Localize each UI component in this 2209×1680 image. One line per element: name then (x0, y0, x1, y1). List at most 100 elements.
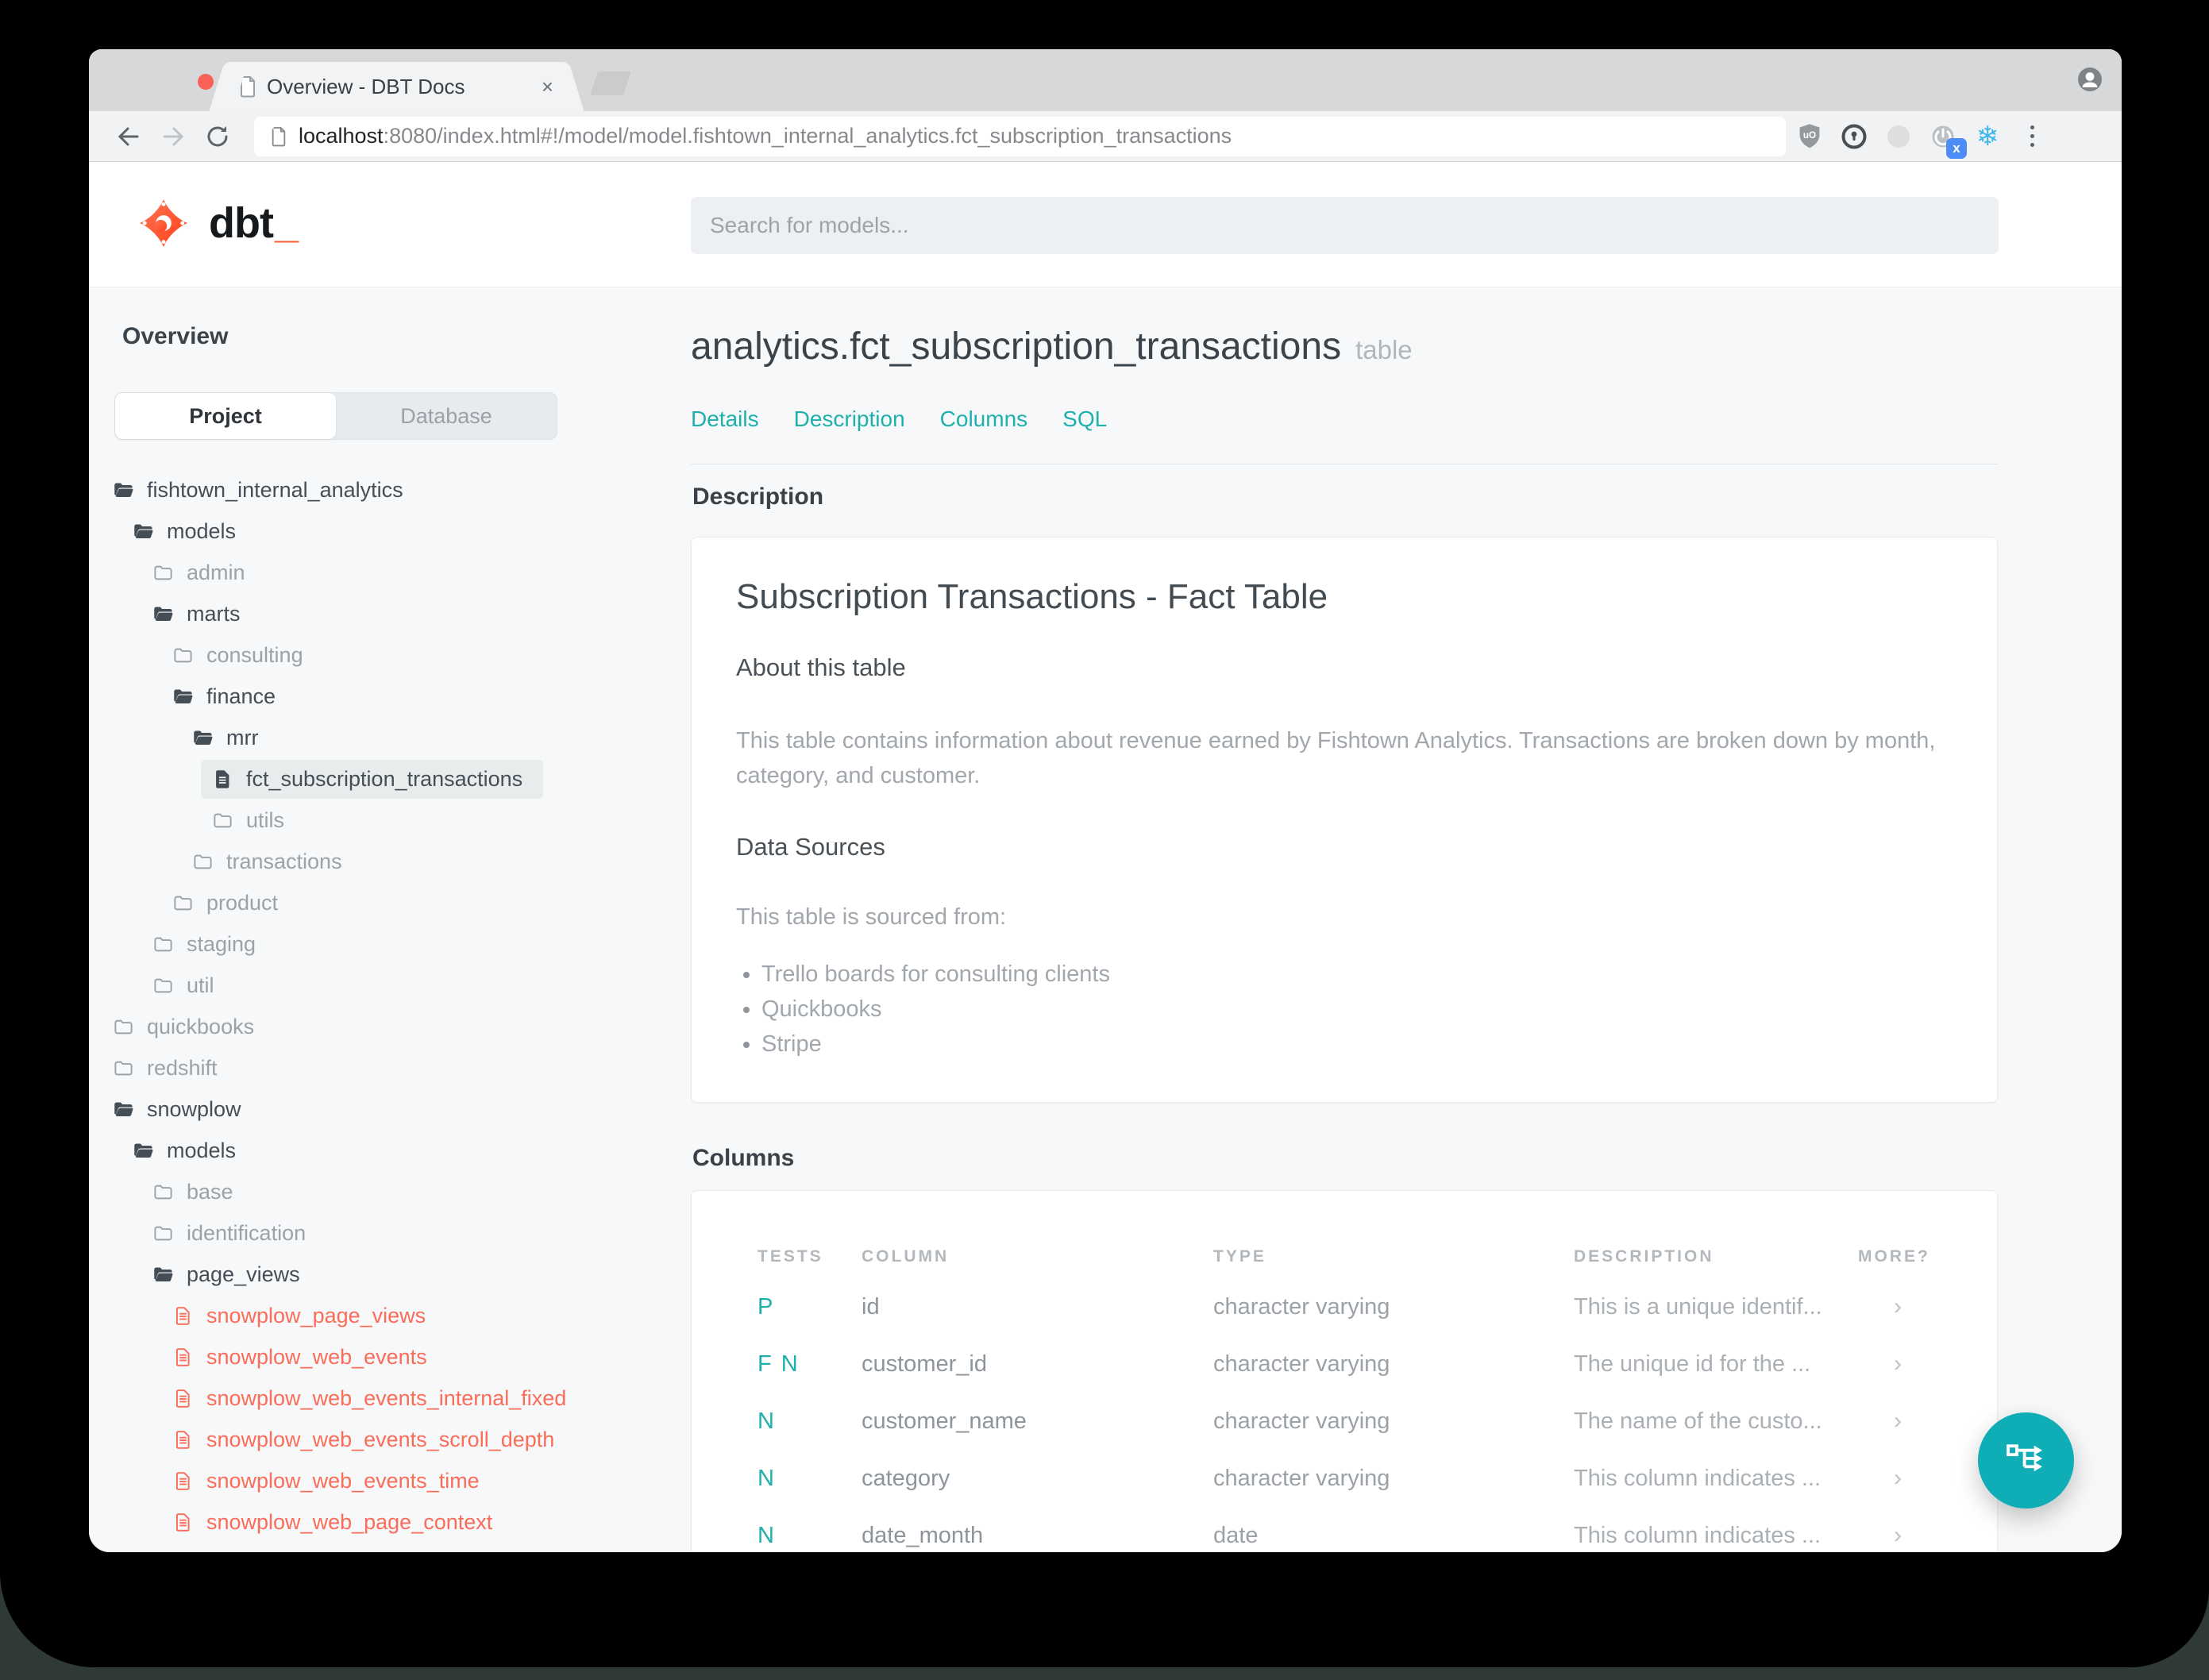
model-nav-columns[interactable]: Columns (940, 407, 1027, 432)
model-file-icon (176, 1430, 190, 1449)
power-extension-icon[interactable]: x (1922, 116, 1967, 159)
model-type-badge: table (1355, 335, 1413, 364)
snowflake-icon[interactable] (1967, 116, 2008, 157)
data-source-item: Quickbooks (761, 992, 1110, 1027)
search-input[interactable] (691, 197, 1999, 254)
column-type: character varying (1213, 1465, 1390, 1491)
column-description: The unique id for the ... (1574, 1351, 1811, 1377)
tree-item-label: snowplow_page_views (206, 1303, 426, 1327)
tree-item-label: models (167, 518, 237, 543)
folder-icon (194, 854, 212, 869)
tree-item-mrr[interactable]: mrr (89, 717, 748, 758)
back-icon[interactable] (106, 114, 151, 159)
tab-database[interactable]: Database (336, 393, 557, 439)
model-nav-details[interactable]: Details (691, 407, 759, 432)
column-description: This is a unique identif... (1574, 1293, 1822, 1320)
folder-icon (114, 1061, 133, 1075)
tree-item-consulting[interactable]: consulting (89, 634, 748, 676)
onepassword-icon[interactable] (1833, 116, 1875, 157)
tree-item-staging[interactable]: staging (89, 923, 748, 965)
folder-open-icon (154, 1267, 173, 1281)
dbt-logo[interactable]: dbt _ (137, 198, 299, 248)
browser-toolbar: localhost:8080/index.html#!/model/model.… (89, 111, 2122, 162)
model-file-icon (176, 1389, 190, 1408)
tree-item-quickbooks[interactable]: quickbooks (89, 1006, 748, 1047)
tab-project[interactable]: Project (115, 393, 336, 439)
tree-item-label: finance (206, 684, 276, 708)
tree-item-label: transactions (226, 849, 342, 873)
expand-row-chevron-icon[interactable]: › (1858, 1450, 1997, 1507)
tree-item-label: models (167, 1138, 237, 1162)
page-favicon (241, 76, 255, 98)
tree-item-snowplow_web_events_scroll_depth[interactable]: snowplow_web_events_scroll_depth (89, 1419, 748, 1460)
model-nav-description[interactable]: Description (794, 407, 905, 432)
column-name: customer_id (862, 1351, 987, 1377)
expand-row-chevron-icon[interactable]: › (1858, 1393, 1997, 1450)
tree-item-models[interactable]: models (89, 511, 748, 552)
tab-close-icon[interactable]: × (542, 76, 553, 97)
url-host: localhost (299, 124, 384, 148)
tree-item-models[interactable]: models (89, 1130, 748, 1171)
model-nav-sql[interactable]: SQL (1062, 407, 1107, 432)
tree-item-admin[interactable]: admin (89, 552, 748, 593)
tab-title: Overview - DBT Docs (267, 74, 465, 98)
browser-window: Overview - DBT Docs × localhost:8080/ind… (89, 49, 2122, 1552)
card-title: Subscription Transactions - Fact Table (736, 577, 1328, 616)
column-type: date (1213, 1522, 1259, 1548)
tree-item-label: page_views (187, 1262, 300, 1286)
tree-item-redshift[interactable]: redshift (89, 1047, 748, 1089)
tree-item-label: identification (187, 1220, 306, 1245)
tree-item-fct_subscription_transactions[interactable]: fct_subscription_transactions (89, 758, 748, 800)
tree-item-label: snowplow (147, 1096, 241, 1121)
description-section-heading: Description (692, 484, 824, 510)
close-window-button[interactable] (198, 74, 214, 90)
folder-open-icon (154, 607, 173, 621)
tree-item-snowplow_web_page_context[interactable]: snowplow_web_page_context (89, 1501, 748, 1543)
tree-item-util[interactable]: util (89, 965, 748, 1006)
tree-item-snowplow[interactable]: snowplow (89, 1089, 748, 1130)
tree-item-snowplow_web_events_internal_fixed[interactable]: snowplow_web_events_internal_fixed (89, 1378, 748, 1419)
tree-item-base[interactable]: base (89, 1171, 748, 1212)
view-lineage-button[interactable] (1978, 1412, 2074, 1509)
new-tab-button[interactable] (590, 71, 631, 95)
expand-row-chevron-icon[interactable]: › (1858, 1507, 1997, 1552)
tree-item-transactions[interactable]: transactions (89, 841, 748, 882)
browser-tab[interactable]: Overview - DBT Docs × (227, 62, 566, 111)
ublock-shield-icon[interactable]: uO (1789, 116, 1830, 157)
folder-open-icon (134, 524, 153, 538)
tree-item-utils[interactable]: utils (89, 800, 748, 841)
refresh-icon[interactable] (195, 114, 240, 159)
tree-item-label: mrr (226, 725, 259, 749)
expand-row-chevron-icon[interactable]: › (1858, 1335, 1997, 1393)
folder-icon (154, 565, 172, 580)
tree-item-product[interactable]: product (89, 882, 748, 923)
tree-item-identification[interactable]: identification (89, 1212, 748, 1254)
url-bar[interactable]: localhost:8080/index.html#!/model/model.… (254, 116, 1786, 156)
column-header-description: DESCRIPTION (1574, 1247, 1714, 1266)
tree-item-snowplow_web_events_time[interactable]: snowplow_web_events_time (89, 1460, 748, 1501)
data-source-item: Trello boards for consulting clients (761, 957, 1110, 992)
forward-icon[interactable] (151, 114, 195, 159)
tree-item-snowplow_web_events[interactable]: snowplow_web_events (89, 1336, 748, 1378)
model-section-nav: Details Description Columns SQL (691, 407, 1107, 432)
page-title: analytics.fct_subscription_transactions t… (691, 326, 1413, 368)
folder-icon (214, 813, 232, 827)
tests-badge: P (758, 1293, 775, 1320)
tree-item-label: consulting (206, 642, 303, 667)
browser-menu-icon[interactable] (2011, 116, 2053, 157)
model-file-icon (176, 1306, 190, 1325)
data-sources-intro: This table is sourced from: (736, 904, 1007, 930)
tree-item-fishtown_internal_analytics[interactable]: fishtown_internal_analytics (89, 469, 748, 511)
tree-item-page_views[interactable]: page_views (89, 1254, 748, 1295)
browser-profile-avatar[interactable] (2077, 67, 2103, 92)
dbt-docs-page: dbt _ Overview Project Database fishtown… (89, 162, 2122, 1552)
expand-row-chevron-icon[interactable]: › (1858, 1278, 1997, 1335)
about-text: This table contains information about re… (736, 728, 1936, 788)
column-header-type: TYPE (1213, 1247, 1266, 1266)
tree-item-snowplow_page_views[interactable]: snowplow_page_views (89, 1295, 748, 1336)
tree-item-marts[interactable]: marts (89, 593, 748, 634)
tree-item-finance[interactable]: finance (89, 676, 748, 717)
data-sources-heading: Data Sources (736, 833, 885, 861)
tests-badge: N (758, 1408, 776, 1434)
grammarly-circle-icon[interactable] (1878, 116, 1919, 157)
